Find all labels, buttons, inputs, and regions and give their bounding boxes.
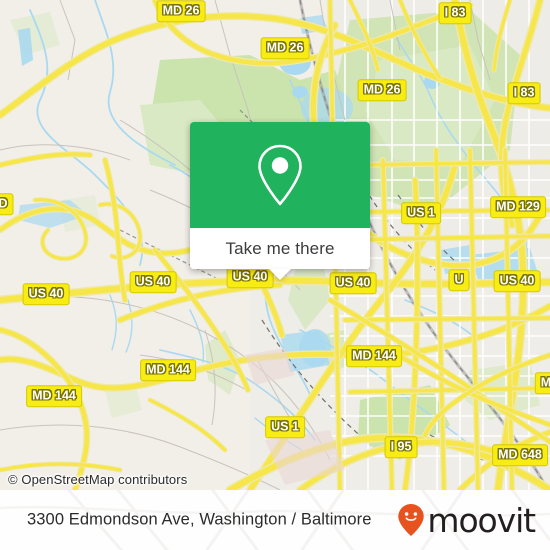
card-action-area[interactable]: Take me there [190, 228, 370, 269]
location-info-card[interactable]: Take me there [190, 122, 370, 280]
road-shield: US 40 [129, 271, 177, 293]
road-shield: MD 26 [357, 79, 407, 101]
moovit-smiley-pin-icon [398, 504, 425, 536]
card-pointer-tail [269, 269, 291, 280]
footer-address: 3300 Edmondson Ave, Washington / Baltimo… [27, 510, 372, 529]
road-shield: I 83 [438, 2, 472, 24]
road-shield: I 95 [384, 436, 418, 458]
road-shield: US 40 [329, 272, 377, 294]
take-me-there-label: Take me there [225, 238, 335, 258]
road-shield: I 83 [507, 82, 541, 104]
footer-bar: 3300 Edmondson Ave, Washington / Baltimo… [0, 490, 550, 550]
road-shield: US 40 [493, 270, 541, 292]
road-shield: D [0, 193, 14, 215]
road-shield: MD 26 [260, 37, 310, 59]
road-shield: US 40 [226, 266, 274, 288]
road-shield: US 40 [22, 283, 70, 305]
card-pin-area [190, 122, 370, 228]
moovit-brand: moovit [397, 500, 536, 540]
road-shield: US 1 [265, 416, 305, 438]
road-shield: M [534, 372, 550, 394]
location-pin-icon [258, 144, 302, 206]
road-shield: MD 144 [26, 385, 82, 407]
road-shield: MD 129 [490, 196, 546, 218]
map-screenshot-root: .rd { stroke:#f6e64a; stroke-linecap:rou… [0, 0, 550, 550]
road-shield: US 1 [401, 202, 441, 224]
osm-attribution: © OpenStreetMap contributors [8, 472, 188, 487]
road-shield: U [448, 269, 470, 291]
road-shield: MD 26 [156, 0, 206, 22]
road-shield: MD 144 [140, 359, 196, 381]
road-shield: MD 648 [492, 444, 548, 466]
moovit-wordmark: moovit [427, 500, 536, 540]
road-shield: MD 144 [346, 345, 402, 367]
